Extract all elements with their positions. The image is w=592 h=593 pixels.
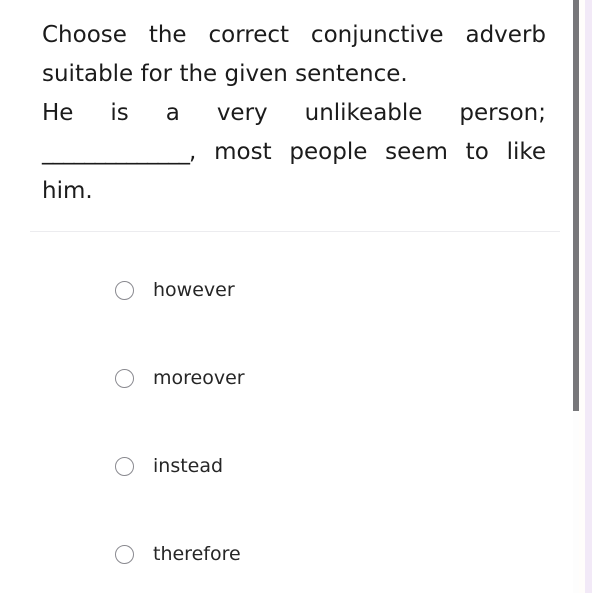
option-label-instead[interactable]: instead bbox=[153, 457, 223, 476]
option-label-therefore[interactable]: therefore bbox=[153, 545, 241, 564]
question-sentence-line-2: ______________, most people seem to like bbox=[42, 133, 546, 172]
option-row-instead[interactable]: instead bbox=[0, 438, 573, 526]
answer-blank: ______________ bbox=[42, 139, 190, 165]
option-row-therefore[interactable]: therefore bbox=[0, 526, 573, 593]
option-label-moreover[interactable]: moreover bbox=[153, 369, 245, 388]
radio-icon-moreover[interactable] bbox=[115, 369, 134, 388]
question-sentence-line-1: He is a very unlikeable person; bbox=[42, 100, 546, 126]
vertical-scrollbar[interactable] bbox=[573, 0, 579, 593]
option-row-moreover[interactable]: moreover bbox=[0, 350, 573, 438]
question-instruction-line-1: Choose the correct conjunctive adverb bbox=[42, 22, 546, 48]
right-edge-strip bbox=[585, 0, 592, 593]
question-page: Choose the correct conjunctive adverb su… bbox=[0, 0, 573, 593]
question-block: Choose the correct conjunctive adverb su… bbox=[42, 16, 546, 211]
question-sentence-line-2-text: , most people seem to like bbox=[189, 139, 546, 165]
options-list: however moreover instead therefore bbox=[0, 262, 573, 593]
radio-icon-instead[interactable] bbox=[115, 457, 134, 476]
option-row-however[interactable]: however bbox=[0, 262, 573, 350]
radio-icon-therefore[interactable] bbox=[115, 545, 134, 564]
option-label-however[interactable]: however bbox=[153, 281, 235, 300]
question-sentence-line-3: him. bbox=[42, 178, 93, 204]
scrollbar-thumb[interactable] bbox=[573, 0, 579, 411]
question-instruction-line-2: suitable for the given sentence. bbox=[42, 61, 408, 87]
radio-icon-however[interactable] bbox=[115, 281, 134, 300]
section-divider bbox=[30, 231, 560, 232]
